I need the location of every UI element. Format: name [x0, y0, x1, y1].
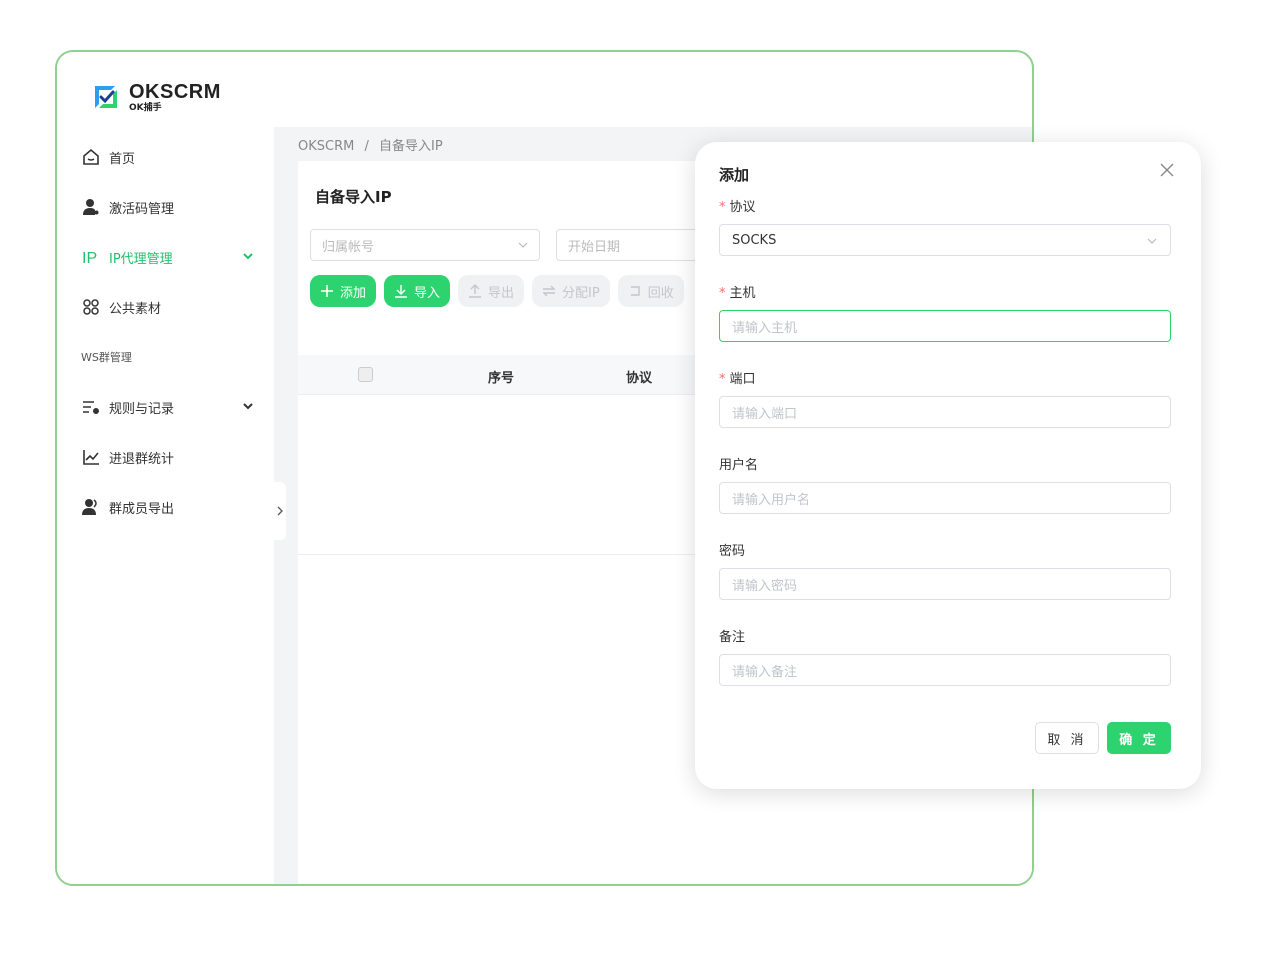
logo-icon: [95, 86, 117, 108]
sidebar-item-label: IP代理管理: [109, 251, 173, 267]
protocol-value: SOCKS: [732, 232, 777, 248]
ip-icon: IP: [81, 247, 101, 267]
assign-ip-button-label: 分配IP: [562, 285, 600, 301]
account-filter-select[interactable]: 归属帐号: [310, 229, 540, 261]
breadcrumb-root[interactable]: OKSCRM: [298, 139, 354, 154]
sidebar-item-ip-proxy[interactable]: IP IP代理管理: [57, 232, 274, 282]
sidebar-item-label: 群成员导出: [109, 501, 175, 517]
recycle-button[interactable]: 回收: [617, 275, 684, 307]
sidebar-item-label: 首页: [109, 151, 136, 167]
brand-sub: OK捕手: [129, 102, 162, 113]
chevron-down-icon: [518, 242, 528, 248]
export-button[interactable]: 导出: [458, 275, 525, 307]
sidebar-item-label: 激活码管理: [109, 201, 175, 217]
swap-icon: [542, 284, 556, 298]
password-input[interactable]: 请输入密码: [719, 568, 1171, 600]
chevron-right-icon: [277, 506, 283, 516]
host-label-text: 主机: [729, 286, 756, 301]
sidebar-item-home[interactable]: 首页: [57, 132, 274, 182]
import-button-label: 导入: [414, 285, 441, 301]
column-header-protocol[interactable]: 协议: [626, 367, 652, 386]
start-date-picker[interactable]: 开始日期: [556, 229, 716, 261]
home-icon: [81, 147, 101, 167]
add-button[interactable]: 添加: [310, 275, 377, 307]
username-input[interactable]: 请输入用户名: [719, 482, 1171, 514]
chevron-down-icon: [1147, 238, 1157, 244]
remark-placeholder: 请输入备注: [732, 664, 798, 680]
sidebar: OKSCRM OK捕手 首页 激活码管理 IP IP代理管理 公共素材 WS群管…: [57, 52, 274, 884]
breadcrumb-separator: /: [364, 139, 369, 154]
protocol-label: * 协议: [719, 200, 756, 215]
port-placeholder: 请输入端口: [732, 406, 798, 422]
host-placeholder: 请输入主机: [732, 320, 798, 336]
assign-ip-button[interactable]: 分配IP: [532, 275, 610, 307]
import-button[interactable]: 导入: [384, 275, 451, 307]
port-label: * 端口: [719, 372, 756, 387]
sidebar-collapse-toggle[interactable]: [274, 482, 286, 540]
password-placeholder: 请输入密码: [732, 578, 798, 594]
sidebar-item-label: 规则与记录: [109, 401, 175, 417]
add-button-label: 添加: [340, 285, 367, 301]
remark-input[interactable]: 请输入备注: [719, 654, 1171, 686]
select-all-checkbox[interactable]: [358, 367, 373, 382]
chevron-down-icon[interactable]: [242, 250, 254, 262]
cancel-button[interactable]: 取 消: [1035, 722, 1099, 754]
export-button-label: 导出: [488, 285, 515, 301]
protocol-select[interactable]: SOCKS: [719, 224, 1171, 256]
column-header-index[interactable]: 序号: [488, 367, 514, 386]
port-input[interactable]: 请输入端口: [719, 396, 1171, 428]
breadcrumb-current: 自备导入IP: [379, 139, 443, 154]
remark-label: 备注: [719, 630, 746, 645]
chevron-down-icon[interactable]: [242, 400, 254, 412]
start-date-placeholder: 开始日期: [568, 239, 621, 255]
close-icon[interactable]: [1159, 162, 1175, 178]
toolbar: 添加 导入 导出 分配IP 回收: [310, 275, 684, 307]
brand-name: OKSCRM: [129, 80, 221, 103]
upload-icon: [468, 284, 482, 298]
username-placeholder: 请输入用户名: [732, 492, 811, 508]
sidebar-item-materials[interactable]: 公共素材: [57, 282, 274, 332]
dialog-title: 添加: [719, 166, 750, 184]
members-icon: [81, 497, 101, 517]
sidebar-group-label: WS群管理: [81, 351, 132, 364]
password-label: 密码: [719, 544, 746, 559]
apps-icon: [81, 297, 101, 317]
host-label: * 主机: [719, 286, 756, 301]
sidebar-item-members-export[interactable]: 群成员导出: [57, 482, 274, 532]
sidebar-item-label: 进退群统计: [109, 451, 175, 467]
port-label-text: 端口: [729, 372, 756, 387]
sidebar-item-rules[interactable]: 规则与记录: [57, 382, 274, 432]
page-title: 自备导入IP: [315, 188, 392, 206]
plus-icon: [320, 284, 334, 298]
sidebar-item-activation[interactable]: 激活码管理: [57, 182, 274, 232]
sidebar-menu: 首页 激活码管理 IP IP代理管理 公共素材 WS群管理 规则与记录 进退群统…: [57, 132, 274, 532]
username-label: 用户名: [719, 458, 759, 473]
undo-icon: [628, 284, 642, 298]
sidebar-item-stats[interactable]: 进退群统计: [57, 432, 274, 482]
stats-chart-icon: [81, 447, 101, 467]
protocol-label-text: 协议: [729, 200, 756, 215]
account-filter-placeholder: 归属帐号: [322, 239, 375, 255]
add-ip-dialog: 添加 * 协议 SOCKS * 主机 请输入主机 * 端口 请输入端口 用户名 请输入…: [695, 142, 1201, 789]
breadcrumb: OKSCRM / 自备导入IP: [298, 135, 449, 154]
confirm-button[interactable]: 确 定: [1107, 722, 1171, 754]
recycle-button-label: 回收: [647, 285, 674, 301]
rules-icon: [81, 397, 101, 417]
svg-text:IP: IP: [82, 250, 97, 266]
host-input[interactable]: 请输入主机: [719, 310, 1171, 342]
user-key-icon: [81, 197, 101, 217]
sidebar-item-label: 公共素材: [109, 301, 162, 317]
logo: OKSCRM OK捕手: [89, 80, 221, 114]
download-icon: [394, 284, 408, 298]
